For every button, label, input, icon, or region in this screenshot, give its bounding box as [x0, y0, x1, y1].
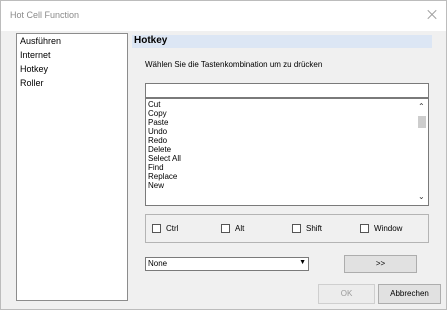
- window-title: Hot Cell Function: [10, 10, 80, 20]
- list-item-replace[interactable]: Replace: [148, 172, 177, 181]
- list-item-select-all[interactable]: Select All: [148, 154, 181, 163]
- modifier-group: Ctrl Alt Shift Window: [145, 214, 429, 243]
- alt-label: Alt: [235, 224, 245, 233]
- nav-item-internet[interactable]: Internet: [20, 50, 51, 60]
- close-icon[interactable]: [424, 7, 440, 23]
- nav-item-roller[interactable]: Roller: [20, 78, 44, 88]
- checkbox-box[interactable]: [152, 224, 161, 233]
- list-item-cut[interactable]: Cut: [148, 100, 160, 109]
- nav-item-hotkey[interactable]: Hotkey: [20, 64, 48, 74]
- list-item-new[interactable]: New: [148, 181, 164, 190]
- list-item-redo[interactable]: Redo: [148, 136, 167, 145]
- scroll-down-arrow-icon[interactable]: ⌄: [418, 192, 425, 202]
- alt-checkbox[interactable]: Alt: [221, 224, 244, 233]
- scroll-up-arrow-icon[interactable]: ⌃: [418, 102, 425, 112]
- dropdown-arrow-icon[interactable]: ▼: [299, 259, 306, 266]
- checkbox-box[interactable]: [221, 224, 230, 233]
- ctrl-checkbox[interactable]: Ctrl: [152, 224, 178, 233]
- nav-item-ausfuehren[interactable]: Ausführen: [20, 36, 61, 46]
- list-item-find[interactable]: Find: [148, 163, 164, 172]
- cancel-button[interactable]: Abbrechen: [378, 284, 441, 304]
- shift-label: Shift: [306, 224, 323, 233]
- dialog-window: Hot Cell Function Ausführen Internet Hot…: [0, 0, 447, 310]
- title-bar: Hot Cell Function: [1, 1, 446, 31]
- checkbox-box[interactable]: [292, 224, 301, 233]
- hotkey-action-list[interactable]: Cut Copy Paste Undo Redo Delete Select A…: [145, 98, 429, 206]
- key-select[interactable]: None ▼: [145, 257, 309, 271]
- category-list[interactable]: Ausführen Internet Hotkey Roller: [16, 33, 128, 301]
- more-button[interactable]: >>: [344, 255, 417, 273]
- list-scrollbar[interactable]: ⌃ ⌄: [416, 99, 428, 205]
- list-item-undo[interactable]: Undo: [148, 127, 167, 136]
- window-checkbox[interactable]: Window: [360, 224, 402, 233]
- checkbox-box[interactable]: [360, 224, 369, 233]
- panel-title: Hotkey: [134, 35, 168, 46]
- ctrl-label: Ctrl: [166, 224, 179, 233]
- list-item-copy[interactable]: Copy: [148, 109, 167, 118]
- ok-button[interactable]: OK: [318, 284, 375, 304]
- list-item-paste[interactable]: Paste: [148, 118, 168, 127]
- list-item-delete[interactable]: Delete: [148, 145, 171, 154]
- hotkey-input[interactable]: [145, 83, 429, 98]
- hotkey-description: Wählen Sie die Tastenkombination um zu d…: [145, 60, 323, 69]
- panel-header: Hotkey: [132, 35, 432, 48]
- shift-checkbox[interactable]: Shift: [292, 224, 322, 233]
- key-select-value: None: [148, 259, 168, 268]
- window-label: Window: [374, 224, 403, 233]
- scroll-thumb[interactable]: [418, 116, 426, 128]
